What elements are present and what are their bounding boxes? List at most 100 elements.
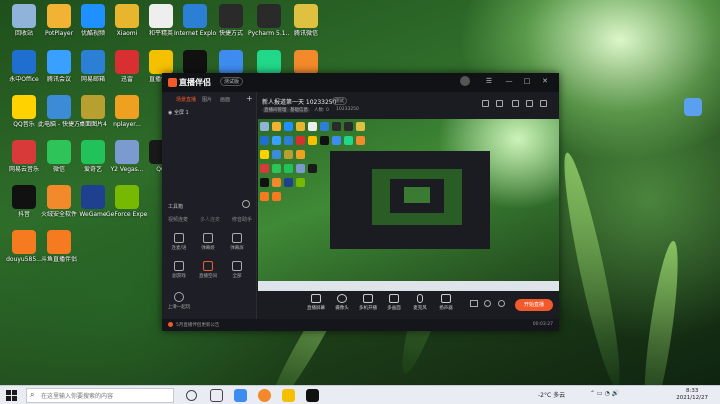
more-play[interactable]: 上滑一起玩: [166, 292, 192, 310]
settings-icon[interactable]: [526, 100, 533, 107]
screen-capture-button[interactable]: 直播屏幕: [304, 294, 328, 311]
preview-mini-icon: [260, 192, 269, 201]
toolbar-label: 扬声器: [439, 306, 453, 311]
tool-danmaku-screen[interactable]: 弹幕屏: [224, 233, 250, 251]
record-icon[interactable]: [512, 100, 519, 107]
split-icon[interactable]: [496, 100, 503, 107]
tool-link-multi[interactable]: 多人连麦: [200, 216, 220, 223]
feishu-floating-icon[interactable]: [684, 98, 702, 116]
desktop-icon[interactable]: GeForce Experience: [106, 185, 148, 218]
gear-icon[interactable]: [498, 300, 505, 307]
taskbar-search[interactable]: ⌕: [26, 388, 174, 403]
avatar[interactable]: [460, 76, 470, 86]
tool-link-voice[interactable]: 修音助手: [232, 216, 252, 223]
app-icon: [81, 4, 105, 28]
task-view-icon[interactable]: [210, 389, 223, 402]
desktop-icon[interactable]: 快捷方式: [210, 4, 252, 37]
preview-mini-icon: [272, 178, 281, 187]
tool-sub-game[interactable]: 副游戏: [166, 261, 192, 279]
app-icon: [81, 95, 105, 119]
cortana-icon[interactable]: [186, 390, 197, 401]
preview-mini-icon: [296, 136, 305, 145]
room-tag: 测试: [332, 97, 347, 105]
camera-button[interactable]: 摄像头: [330, 294, 354, 311]
speaker-button[interactable]: 扬声器: [434, 294, 458, 311]
tab-scene-live[interactable]: 场景直播: [176, 96, 196, 103]
windows-start-icon[interactable]: [6, 390, 17, 401]
desktop-icon-label: 快捷方式: [218, 30, 243, 37]
system-tray[interactable]: ⌃ ▭ ◔ 🔊: [590, 390, 619, 397]
app-icon: [149, 50, 173, 74]
firefox-taskbar-icon[interactable]: [258, 389, 271, 402]
live-preview[interactable]: [258, 119, 559, 291]
multi-device-button[interactable]: 多机开播: [356, 294, 380, 311]
preview-mini-icon: [260, 136, 269, 145]
desktop-icon[interactable]: nplayer...: [106, 95, 148, 128]
menu-icon[interactable]: ☰: [484, 76, 494, 86]
toolbox-collapse-icon[interactable]: [242, 200, 250, 208]
desktop-icon-label: nplayer...: [113, 121, 141, 128]
grid-icon: [232, 261, 242, 271]
app-brand: 直播伴侣: [168, 77, 211, 88]
search-input[interactable]: [41, 391, 171, 401]
app-icon: [115, 50, 139, 74]
toolbar-label: 摄像头: [335, 306, 349, 311]
left-panel: 场景直播 图片 画面 + ◉ 全屏 1 工具箱 视频连麦 多人连麦 修音助手 连…: [162, 92, 257, 319]
app-titlebar: 直播伴侣 测试版 ☰ — □ ✕: [162, 73, 559, 92]
room-manage-button[interactable]: 直播间管理: [262, 107, 289, 113]
preview-mini-icon: [356, 136, 365, 145]
preview-mini-icon: [320, 122, 329, 131]
tool-label: 弹幕姬: [201, 246, 215, 251]
add-scene-icon[interactable]: +: [246, 94, 253, 103]
room-info-button[interactable]: 基础信息: [288, 107, 310, 113]
close-icon[interactable]: ✕: [540, 76, 550, 86]
preview-mini-icon: [308, 122, 317, 131]
start-live-button[interactable]: 开始直播: [515, 299, 553, 311]
feishu-taskbar-icon[interactable]: [234, 389, 247, 402]
app-icon: [183, 50, 207, 74]
preview-mini-icon: [284, 122, 293, 131]
record-camera-icon[interactable]: [470, 300, 478, 307]
tool-mic-link[interactable]: 连麦/语: [166, 233, 192, 251]
preview-mini-icon: [332, 136, 341, 145]
update-notice[interactable]: 5月直播伴侣更新公告: [176, 322, 219, 328]
share-icon[interactable]: [540, 100, 547, 107]
app-icon: [115, 140, 139, 164]
tool-label: 直播空间: [199, 274, 217, 279]
desktop-icon[interactable]: 斗鱼直播伴侣: [38, 230, 80, 263]
tool-link-video[interactable]: 视频连麦: [168, 216, 188, 223]
desktop-icon[interactable]: 腾讯微信: [285, 4, 327, 37]
tab-image[interactable]: 图片: [202, 96, 212, 103]
tool-all[interactable]: 全部: [224, 261, 250, 279]
tool-live-space[interactable]: 直播空间: [195, 261, 221, 279]
scene-item[interactable]: ◉ 全屏 1: [168, 109, 189, 116]
desktop-icon[interactable]: Pycharm 5.1...: [248, 4, 290, 37]
tab-canvas[interactable]: 画面: [220, 96, 230, 103]
app-icon: [149, 4, 173, 28]
mic-link-icon: [174, 233, 184, 243]
preview-mini-icon: [332, 122, 341, 131]
preview-mini-icon: [284, 150, 293, 159]
minimize-icon[interactable]: —: [504, 76, 514, 86]
toolbar-label: 直播屏幕: [307, 306, 325, 311]
beauty-icon[interactable]: [484, 300, 491, 307]
maximize-icon[interactable]: □: [522, 76, 532, 86]
clock[interactable]: 8:33 2021/12/27: [676, 388, 708, 402]
preview-mini-icon: [260, 122, 269, 131]
app-icon: [12, 140, 36, 164]
preview-mini-icon: [272, 164, 281, 173]
app-icon: [12, 185, 36, 209]
layout-icon[interactable]: [482, 100, 489, 107]
nested-preview: [404, 187, 430, 203]
tool-danmaku[interactable]: 弹幕姬: [195, 233, 221, 251]
clock-time: 8:33: [685, 388, 699, 394]
app-icon: [294, 4, 318, 28]
app-icon: [81, 185, 105, 209]
multi-screen-button[interactable]: 多画面: [382, 294, 406, 311]
preview-mini-icon: [356, 122, 365, 131]
weather[interactable]: -2°C 多云: [538, 390, 565, 399]
preview-mini-icon: [260, 178, 269, 187]
folder-taskbar-icon[interactable]: [282, 389, 295, 402]
microphone-button[interactable]: 麦克风: [408, 294, 432, 311]
douyin-taskbar-icon[interactable]: [306, 389, 319, 402]
